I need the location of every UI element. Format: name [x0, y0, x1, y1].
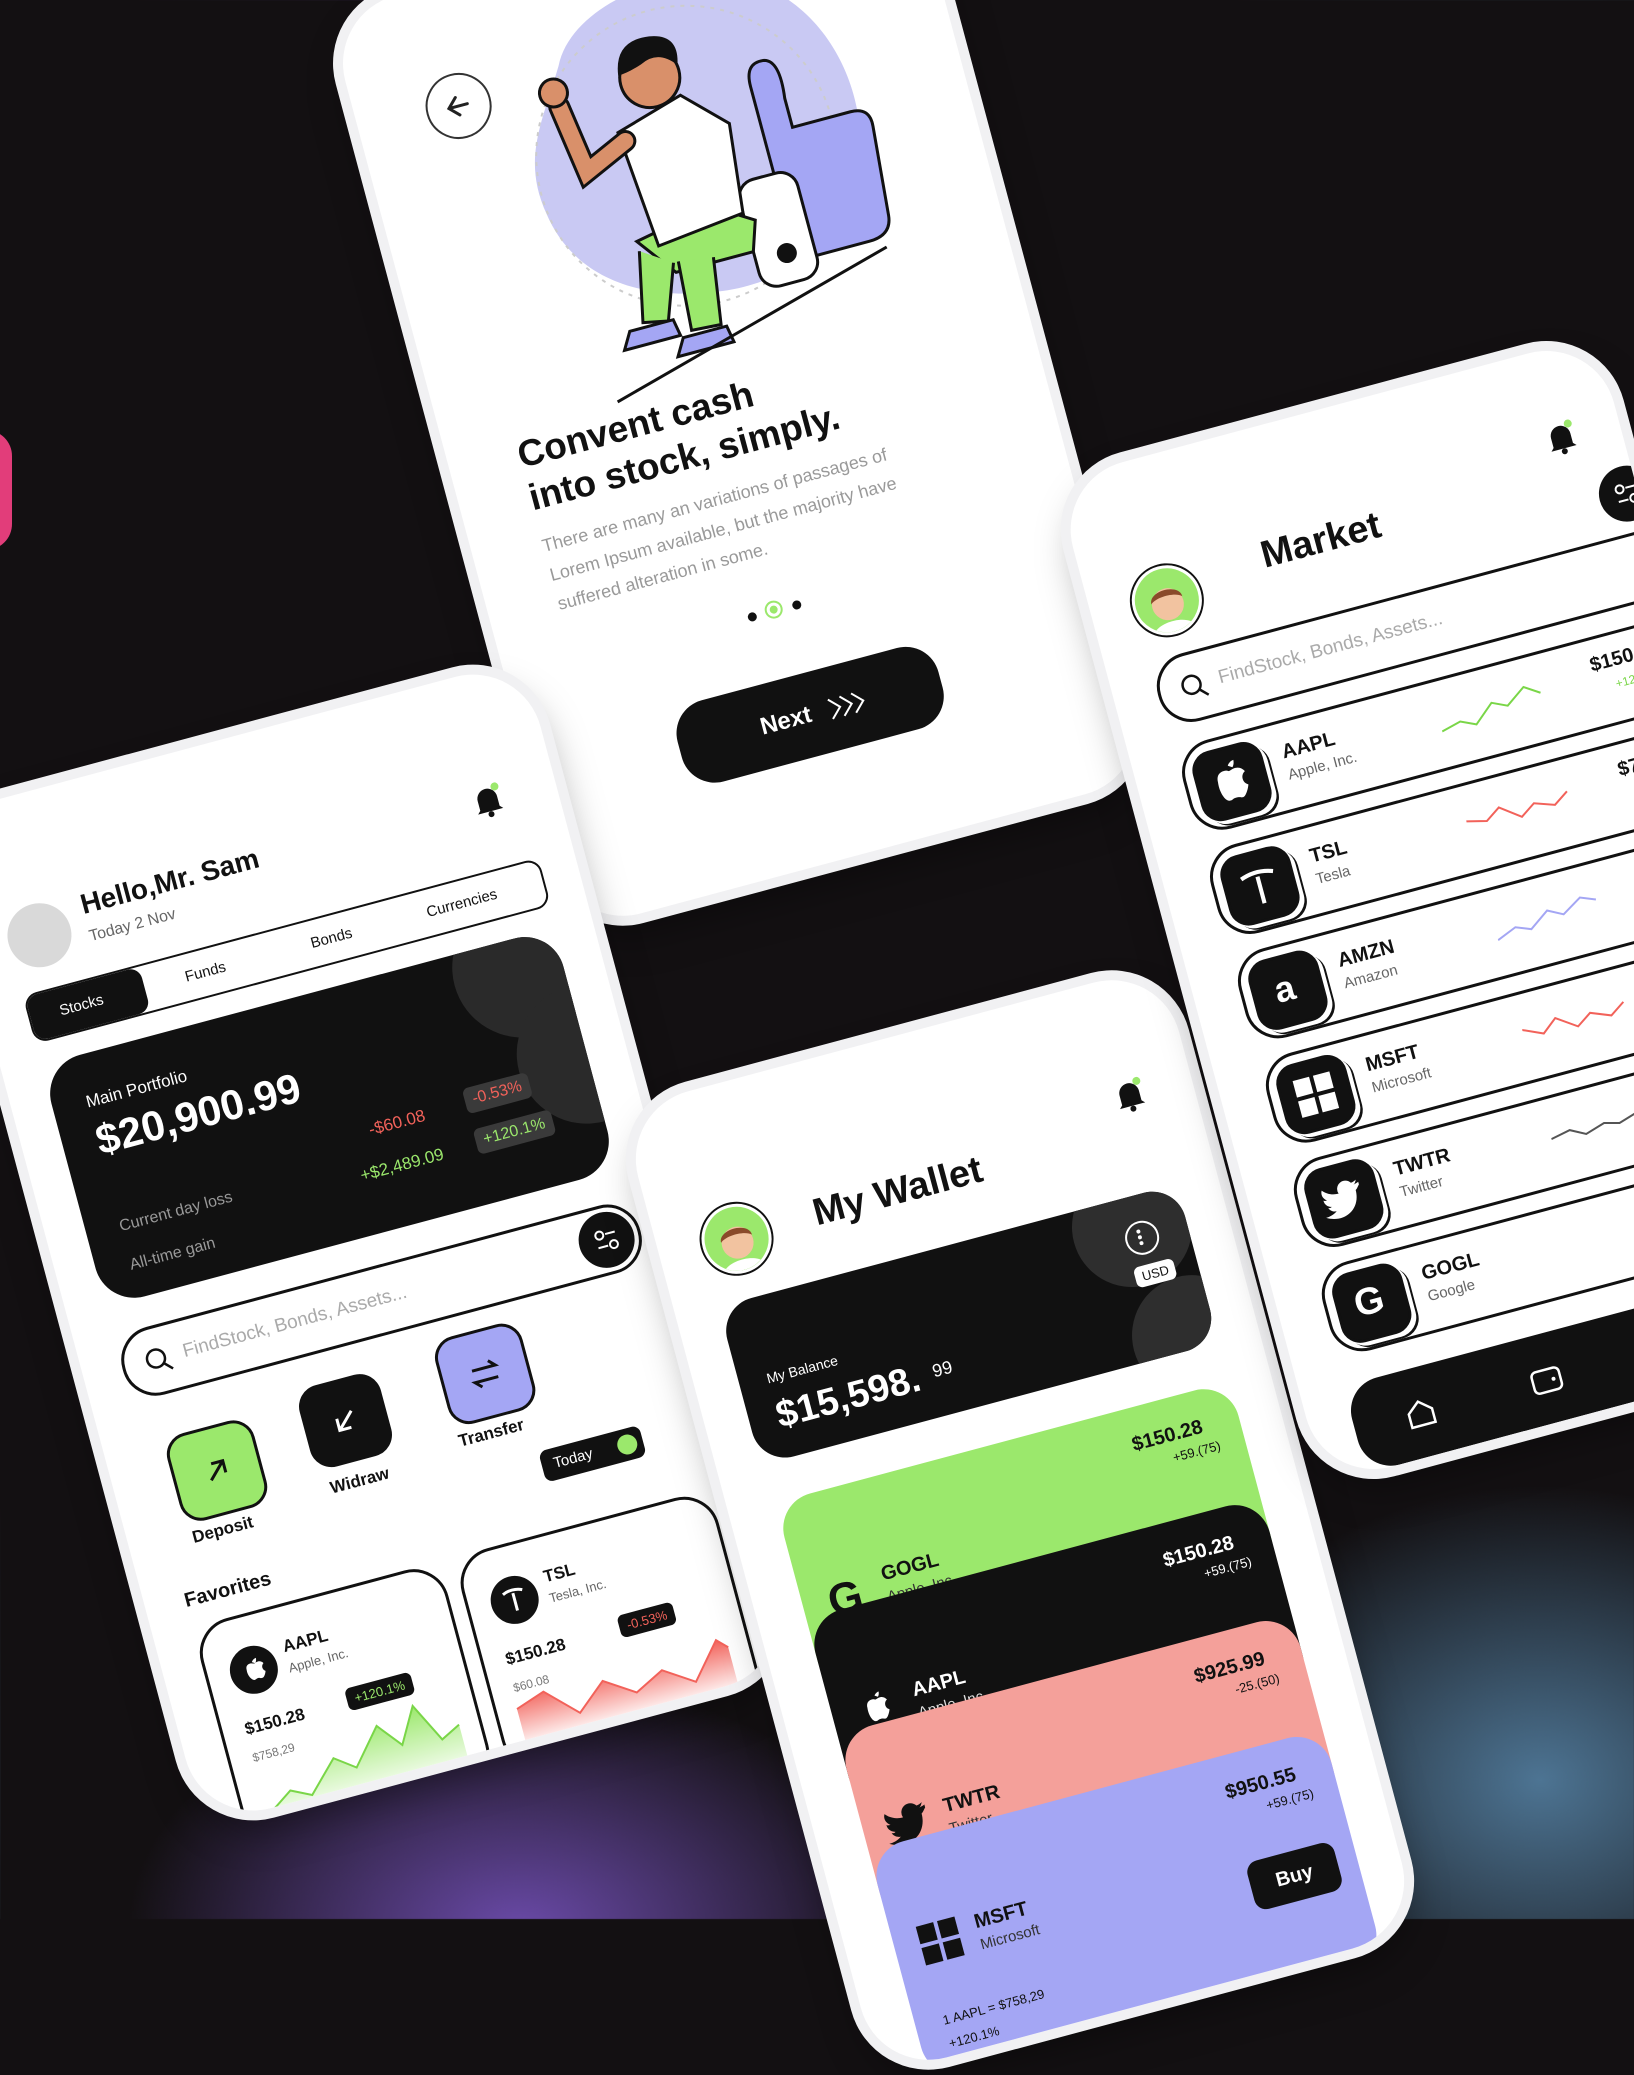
favorite-card-tsl[interactable]: TSL Tesla, Inc. $150.28 -0.53% $60.08: [452, 1488, 769, 1776]
tab-stocks[interactable]: Stocks: [24, 966, 151, 1042]
amzn-trend-line: [1497, 896, 1597, 941]
balance-cents: 99: [930, 1356, 955, 1382]
chevrons-right-icon: [827, 692, 865, 720]
portfolio-value: $20,900.99: [90, 1063, 306, 1164]
tesla-logo: [1215, 841, 1305, 931]
toggle-knob: [615, 1432, 640, 1457]
apple-icon: [1217, 759, 1249, 801]
exchange-rate: 1 AAPL = $758,29: [940, 1986, 1046, 2028]
avatar[interactable]: [693, 1195, 780, 1282]
twtr-trend-line: [1550, 1110, 1634, 1141]
wallet-ticker: TWTR: [940, 1780, 1003, 1818]
fav-change-badge: -0.53%: [616, 1601, 678, 1639]
msft-trend-line: [1522, 1001, 1625, 1035]
twitter-icon: [1321, 1179, 1359, 1219]
buy-button[interactable]: Buy: [1244, 1840, 1345, 1912]
exchange-rate-change: +120.1%: [947, 2023, 1001, 2051]
market-price: $75: [1615, 751, 1634, 781]
deposit-button[interactable]: [161, 1415, 273, 1526]
home-icon[interactable]: [1399, 1391, 1443, 1435]
filter-button[interactable]: [572, 1205, 641, 1275]
microsoft-icon: [1292, 1071, 1340, 1118]
wallet-icon[interactable]: [1524, 1358, 1568, 1402]
tesla-logo: [485, 1570, 545, 1630]
avatar[interactable]: [1123, 557, 1210, 644]
wallet-title: My Wallet: [808, 1148, 988, 1235]
google-icon: G: [1349, 1277, 1389, 1326]
avatar-face-icon: [1151, 588, 1197, 637]
search-icon: [1181, 674, 1210, 696]
avatar-face-icon: [721, 1226, 767, 1276]
search-placeholder: FindStock, Bonds, Assets...: [180, 1281, 410, 1362]
search-icon: [145, 1348, 174, 1370]
all-time-badge: +120.1%: [472, 1109, 557, 1155]
apple-icon: [246, 1657, 266, 1680]
amazon-icon: a: [1269, 966, 1300, 1012]
transfer-button[interactable]: [430, 1318, 541, 1429]
apple-logo: [224, 1640, 284, 1700]
bell-icon[interactable]: [1537, 413, 1586, 462]
aapl-trend-line: [1441, 685, 1541, 733]
filter-button[interactable]: [1592, 459, 1634, 528]
all-time-value: +$2,489.09: [358, 1144, 446, 1186]
bell-icon[interactable]: [463, 776, 512, 825]
twitter-logo: [1299, 1154, 1388, 1244]
day-loss-label: Current day loss: [117, 1188, 235, 1236]
all-time-label: All-time gain: [127, 1234, 218, 1274]
pagination-dots: [745, 580, 848, 629]
market-price: $150.28: [1587, 636, 1634, 677]
withdraw-label: Widraw: [328, 1463, 392, 1498]
onboarding-illustration: [534, 0, 891, 404]
microsoft-icon: [915, 1916, 965, 1966]
tesla-icon: [501, 1587, 523, 1611]
today-toggle[interactable]: Today: [538, 1424, 647, 1483]
favorites-title: Favorites: [181, 1567, 274, 1612]
market-ticker: TWTR: [1391, 1144, 1453, 1181]
pagination-dot-active: [762, 598, 785, 621]
chart-icon[interactable]: [566, 1816, 610, 1827]
tab-bonds[interactable]: Bonds: [309, 925, 354, 952]
fav-ticker: TSL: [541, 1559, 578, 1587]
arrow-down-left-icon: [335, 1410, 353, 1433]
pagination-dot: [791, 599, 803, 611]
tab-funds[interactable]: Funds: [183, 958, 228, 985]
fav-price: $150.28: [503, 1634, 568, 1669]
filter-icon: [594, 1230, 619, 1250]
profile-icon[interactable]: [691, 1782, 735, 1826]
day-loss-badge: -0.53%: [461, 1071, 533, 1115]
google-logo: G: [1327, 1259, 1416, 1348]
next-button[interactable]: Next: [668, 639, 952, 791]
avatar[interactable]: [0, 896, 79, 975]
transfer-icon: [471, 1359, 500, 1389]
market-title: Market: [1256, 504, 1386, 577]
background-accent-shape: [0, 430, 12, 550]
filter-icon: [1614, 484, 1634, 503]
apple-logo: [1187, 737, 1277, 826]
microsoft-logo: [1271, 1050, 1360, 1139]
search-placeholder: FindStock, Bonds, Assets...: [1216, 608, 1445, 689]
tesla-icon: [1239, 868, 1274, 904]
tab-currencies[interactable]: Currencies: [425, 886, 499, 921]
tsl-sparkline: [516, 1638, 740, 1748]
favorite-card-aapl[interactable]: AAPL Apple, Inc. $150.28 +120.1% $758,29: [191, 1561, 498, 1827]
pagination-dot: [746, 611, 758, 623]
next-label: Next: [757, 700, 815, 741]
bell-icon[interactable]: [1105, 1071, 1154, 1120]
amazon-logo: a: [1243, 946, 1333, 1035]
day-loss-value: -$60.08: [366, 1105, 428, 1140]
arrow-up-right-icon: [210, 1458, 228, 1482]
tsl-trend-line: [1466, 790, 1568, 823]
withdraw-button[interactable]: [294, 1369, 397, 1473]
